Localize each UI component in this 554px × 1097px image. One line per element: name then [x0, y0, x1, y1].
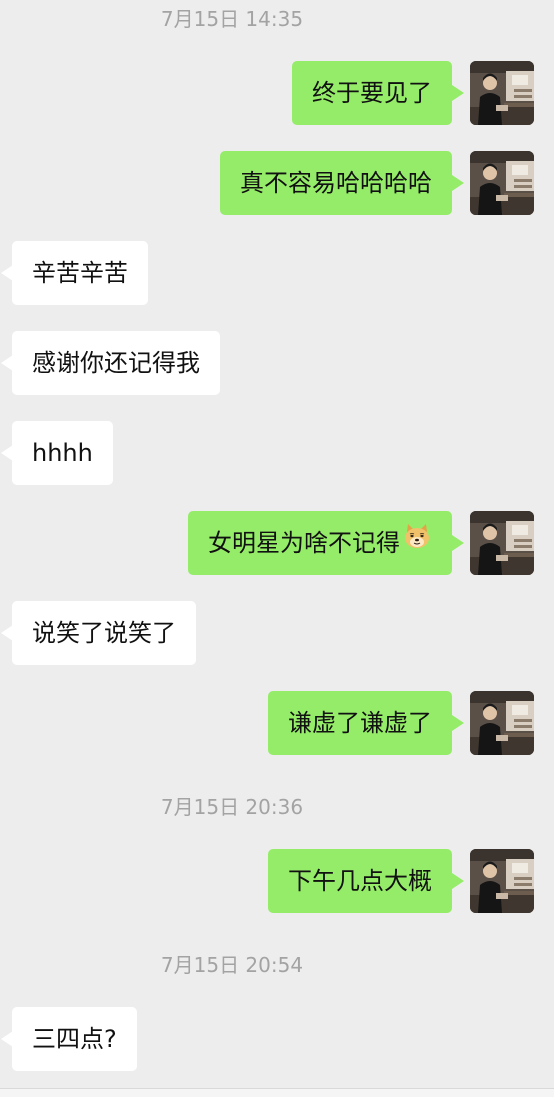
chat-area[interactable]: 7月15日 14:35 终于要见了 真不容易哈哈哈哈 辛苦辛苦 感谢你还记得我 … [0, 0, 554, 1097]
avatar[interactable] [470, 691, 534, 755]
incoming-message-bubble[interactable]: 辛苦辛苦 [1, 241, 148, 305]
message-row-outgoing: 女明星为啥不记得 [0, 511, 554, 575]
message-row-outgoing: 真不容易哈哈哈哈 [0, 151, 554, 215]
outgoing-message-bubble[interactable]: 谦虚了谦虚了 [268, 691, 464, 755]
message-row-incoming: 三四点? [0, 1007, 554, 1071]
avatar[interactable] [470, 511, 534, 575]
timestamp: 7月15日 20:36 [160, 795, 304, 819]
timestamp: 7月15日 20:54 [160, 953, 304, 977]
message-row-outgoing: 谦虚了谦虚了 [0, 691, 554, 755]
message-row-outgoing: 下午几点大概 [0, 849, 554, 913]
incoming-message-bubble[interactable]: 感谢你还记得我 [1, 331, 220, 395]
outgoing-message-bubble[interactable]: 女明星为啥不记得 [188, 510, 464, 575]
avatar[interactable] [470, 151, 534, 215]
outgoing-message-bubble[interactable]: 下午几点大概 [268, 849, 464, 913]
incoming-message-bubble[interactable]: 说笑了说笑了 [1, 601, 196, 665]
message-text: 女明星为啥不记得 [208, 529, 400, 557]
message-row-outgoing: 终于要见了 [0, 61, 554, 125]
incoming-message-bubble[interactable]: 三四点? [1, 1007, 137, 1071]
outgoing-message-bubble[interactable]: 真不容易哈哈哈哈 [220, 151, 464, 215]
message-row-incoming: 说笑了说笑了 [0, 601, 554, 665]
avatar[interactable] [470, 61, 534, 125]
message-row-incoming: 感谢你还记得我 [0, 331, 554, 395]
incoming-message-bubble[interactable]: hhhh [1, 421, 113, 485]
message-row-incoming: 辛苦辛苦 [0, 241, 554, 305]
timestamp: 7月15日 14:35 [160, 7, 304, 31]
doge-emoji-icon [402, 510, 432, 574]
message-row-incoming: hhhh [0, 421, 554, 485]
outgoing-message-bubble[interactable]: 终于要见了 [292, 61, 464, 125]
avatar[interactable] [470, 849, 534, 913]
